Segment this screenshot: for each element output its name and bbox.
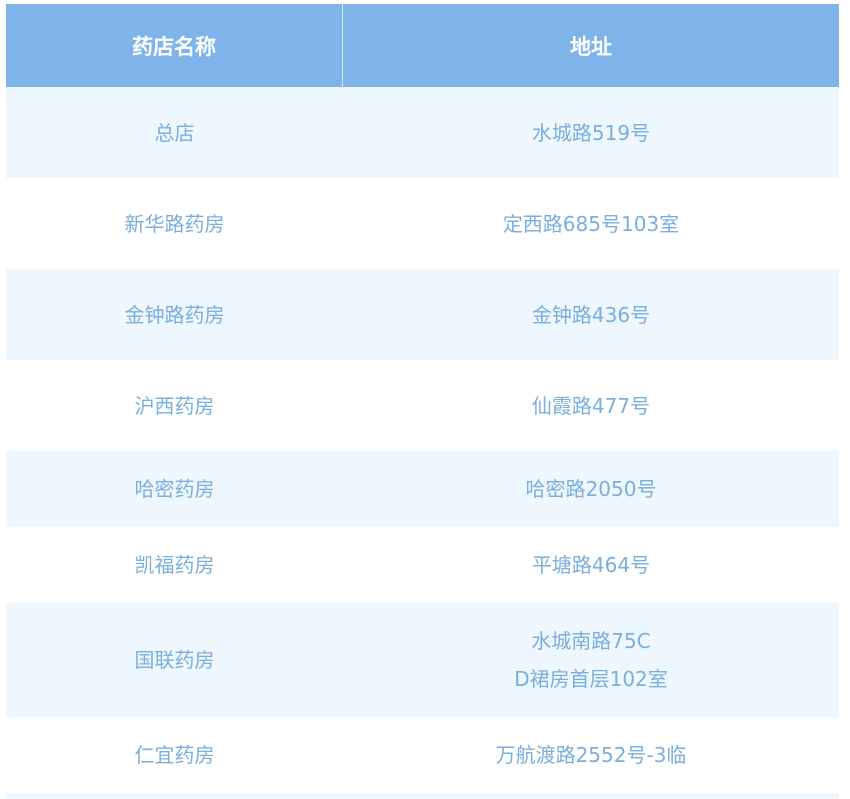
address-cell: 水城南路75C D裙房首层102室	[343, 603, 839, 717]
table-row: 金钟路药房 金钟路436号	[6, 269, 839, 360]
pharmacy-name-cell: 金钟路药房	[124, 302, 225, 327]
pharmacy-table: 药店名称 地址 总店 水城路519号 新华路药房 定西路685号103室 金钟路…	[6, 4, 839, 799]
pharmacy-name-cell: 哈密药房	[134, 477, 215, 501]
address-line: 哈密路2050号	[525, 477, 657, 501]
pharmacy-name-cell: 仁宜药房	[134, 743, 215, 767]
address-line: 水城南路75C	[531, 629, 651, 653]
pharmacy-name-cell: 新华路药房	[124, 211, 225, 236]
address-line: 仙霞路477号	[531, 393, 651, 418]
pharmacy-name-cell: 凯福药房	[134, 553, 215, 577]
table-row: 哈密药房 哈密路2050号	[6, 451, 839, 527]
table-row: 仁宜药房 万航渡路2552号-3临	[6, 717, 839, 793]
address-line: 金钟路436号	[531, 302, 651, 327]
table-row: 新华路药房 定西路685号103室	[6, 178, 839, 269]
table-row: 沪西药房 仙霞路477号	[6, 360, 839, 451]
address-cell: 万航渡路2552号-3临	[343, 717, 839, 793]
table-header: 药店名称 地址	[6, 4, 839, 87]
address-cell: 哈密路2050号	[343, 451, 839, 527]
address-cell: 金钟路436号	[343, 269, 839, 360]
pharmacy-name-cell: 沪西药房	[134, 393, 215, 418]
address-line: 水城路519号	[531, 120, 651, 145]
address-cell: 平塘路464号	[343, 527, 839, 603]
pharmacy-name-cell: 国联药房	[134, 648, 215, 672]
address-cell: 仙霞路477号	[343, 360, 839, 451]
address-cell: 水城路519号	[343, 87, 839, 178]
address-cell: 定西路685号103室	[343, 178, 839, 269]
table-row: 国联药房 水城南路75C D裙房首层102室	[6, 603, 839, 717]
address-line: 定西路685号103室	[502, 211, 680, 236]
address-line: D裙房首层102室	[514, 667, 668, 691]
address-line: 平塘路464号	[531, 553, 651, 577]
address-line: 万航渡路2552号-3临	[495, 743, 687, 767]
next-row-edge	[6, 793, 839, 799]
table-row: 凯福药房 平塘路464号	[6, 527, 839, 603]
table-row: 总店 水城路519号	[6, 87, 839, 178]
pharmacy-name-cell: 总店	[154, 120, 195, 145]
header-pharmacy-name: 药店名称	[6, 4, 343, 87]
header-address: 地址	[570, 34, 612, 59]
